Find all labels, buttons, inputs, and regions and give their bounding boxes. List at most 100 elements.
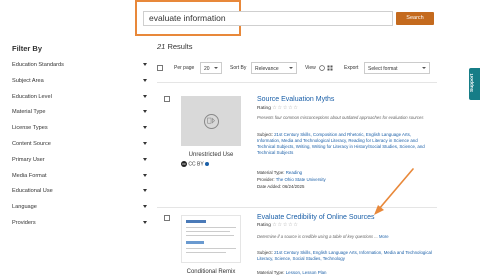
date-meta: Date Added: 06/24/2025 [257, 184, 433, 190]
star-rating-icon[interactable]: ☆☆☆☆☆ [272, 223, 299, 228]
search-bar: evaluate information Search [0, 0, 480, 38]
thumbnail-line [186, 235, 234, 236]
divider [157, 82, 437, 83]
chevron-down-icon [214, 67, 218, 69]
filter-subject-area[interactable]: Subject Area [12, 78, 147, 92]
filter-label: Material Type [12, 109, 46, 116]
result-description: Presents four common misconceptions abou… [257, 115, 424, 120]
support-tab[interactable]: Support [469, 68, 480, 100]
results-toolbar: Per page 20 Sort By Relevance View Expor… [157, 62, 437, 76]
result-title[interactable]: Source Evaluation Myths [257, 96, 334, 103]
chevron-down-icon [143, 221, 147, 224]
license-label: CC BY [188, 161, 204, 168]
filter-label: Providers [12, 220, 36, 226]
subject-value[interactable]: 21st Century Skills, Composition and Rhe… [257, 132, 425, 155]
filter-material-type[interactable]: Material Type [12, 109, 147, 123]
list-view-icon[interactable] [319, 65, 325, 71]
filter-educational-use[interactable]: Educational Use [12, 188, 147, 202]
chevron-down-icon [143, 189, 147, 193]
filter-label: Education Standards [12, 62, 64, 68]
results-count: 21 Results [157, 42, 192, 51]
result-thumbnail[interactable] [181, 96, 241, 146]
thumbnail-header [186, 241, 204, 244]
filter-title: Filter By [12, 44, 43, 53]
filter-label: Educational Use [12, 188, 53, 195]
thumbnail-line [186, 248, 236, 249]
filter-label: License Types [12, 125, 48, 132]
filter-license-types[interactable]: License Types [12, 125, 147, 139]
rating: Rating ☆☆☆☆☆ [257, 223, 299, 228]
description-text: Determine if a source is credible using … [257, 234, 378, 239]
filter-label: Language [12, 204, 37, 211]
license-status: Conditional Remix [186, 269, 236, 275]
filter-education-standards[interactable]: Education Standards [12, 62, 147, 76]
chevron-down-icon [422, 67, 426, 69]
material-meta: Material Type: Lesson, Lesson Plan [257, 270, 433, 276]
grid-view-icon[interactable] [327, 65, 333, 71]
sort-value: Relevance [255, 66, 279, 72]
divider [157, 207, 437, 208]
filter-content-source[interactable]: Content Source [12, 141, 147, 155]
chevron-down-icon [143, 173, 147, 177]
chevron-down-icon [143, 94, 147, 98]
result-checkbox[interactable] [164, 215, 170, 221]
subject-value[interactable]: 21st Century Skills, English Language Ar… [257, 250, 432, 261]
filter-label: Subject Area [12, 77, 44, 84]
document-icon [204, 114, 219, 129]
material-label: Material Type: [257, 170, 285, 175]
chevron-down-icon [143, 63, 147, 66]
material-meta: Material Type: Reading [257, 170, 433, 176]
rating-label: Rating [257, 223, 271, 228]
more-link[interactable]: More [379, 234, 389, 239]
result-card: Conditional Remix Evaluate Credibility o… [157, 209, 437, 277]
filter-label: Media Format [12, 172, 47, 179]
material-value[interactable]: Lesson, Lesson Plan [286, 270, 327, 275]
result-description: Determine if a source is credible using … [257, 234, 429, 239]
search-input[interactable]: evaluate information [143, 11, 393, 26]
chevron-down-icon [143, 142, 147, 145]
filter-primary-user[interactable]: Primary User [12, 157, 147, 171]
result-thumbnail[interactable] [181, 215, 241, 263]
result-card: Unrestricted Use cc CC BY Source Evaluat… [157, 88, 437, 206]
info-icon[interactable] [204, 162, 209, 166]
export-label: Export [344, 65, 359, 71]
license-badge[interactable]: cc CC BY [181, 161, 209, 167]
per-page-select[interactable]: 20 [200, 62, 222, 74]
license-status: Unrestricted Use [188, 152, 234, 158]
filter-label: Primary User [12, 156, 45, 163]
rating-label: Rating [257, 106, 271, 111]
search-button[interactable]: Search [396, 12, 434, 25]
material-label: Material Type: [257, 270, 285, 275]
sort-select[interactable]: Relevance [251, 62, 297, 74]
chevron-down-icon [289, 67, 293, 69]
view-label: View [305, 65, 316, 71]
subject-label: Subject: [257, 132, 273, 137]
provider-value[interactable]: The Ohio State University [276, 177, 326, 182]
chevron-down-icon [143, 126, 147, 130]
filter-label: Content Source [12, 141, 51, 147]
sort-label: Sort By [230, 65, 247, 71]
chevron-down-icon [143, 157, 147, 161]
chevron-down-icon [143, 110, 147, 114]
select-all-checkbox[interactable] [157, 65, 163, 71]
provider-label: Provider: [257, 177, 275, 182]
date-label: Date Added: [257, 184, 282, 189]
material-value[interactable]: Reading [286, 170, 302, 175]
cc-icon: cc [181, 161, 187, 167]
result-checkbox[interactable] [164, 96, 170, 102]
chevron-down-icon [143, 78, 147, 82]
chevron-down-icon [143, 205, 147, 209]
export-select[interactable]: Select format [364, 62, 430, 74]
result-title[interactable]: Evaluate Credibility of Online Sources [257, 214, 375, 221]
subject-meta: Subject: 21st Century Skills, English La… [257, 250, 433, 262]
star-rating-icon[interactable]: ☆☆☆☆☆ [272, 106, 299, 111]
results-number: 21 [157, 42, 166, 51]
filter-education-level[interactable]: Education Level [12, 94, 147, 108]
rating: Rating ☆☆☆☆☆ [257, 106, 299, 111]
support-label: Support [470, 73, 475, 92]
export-value: Select format [368, 66, 398, 72]
filter-language[interactable]: Language [12, 204, 147, 218]
thumbnail-line [186, 252, 226, 253]
filter-media-format[interactable]: Media Format [12, 173, 147, 187]
filter-providers[interactable]: Providers [12, 220, 147, 234]
